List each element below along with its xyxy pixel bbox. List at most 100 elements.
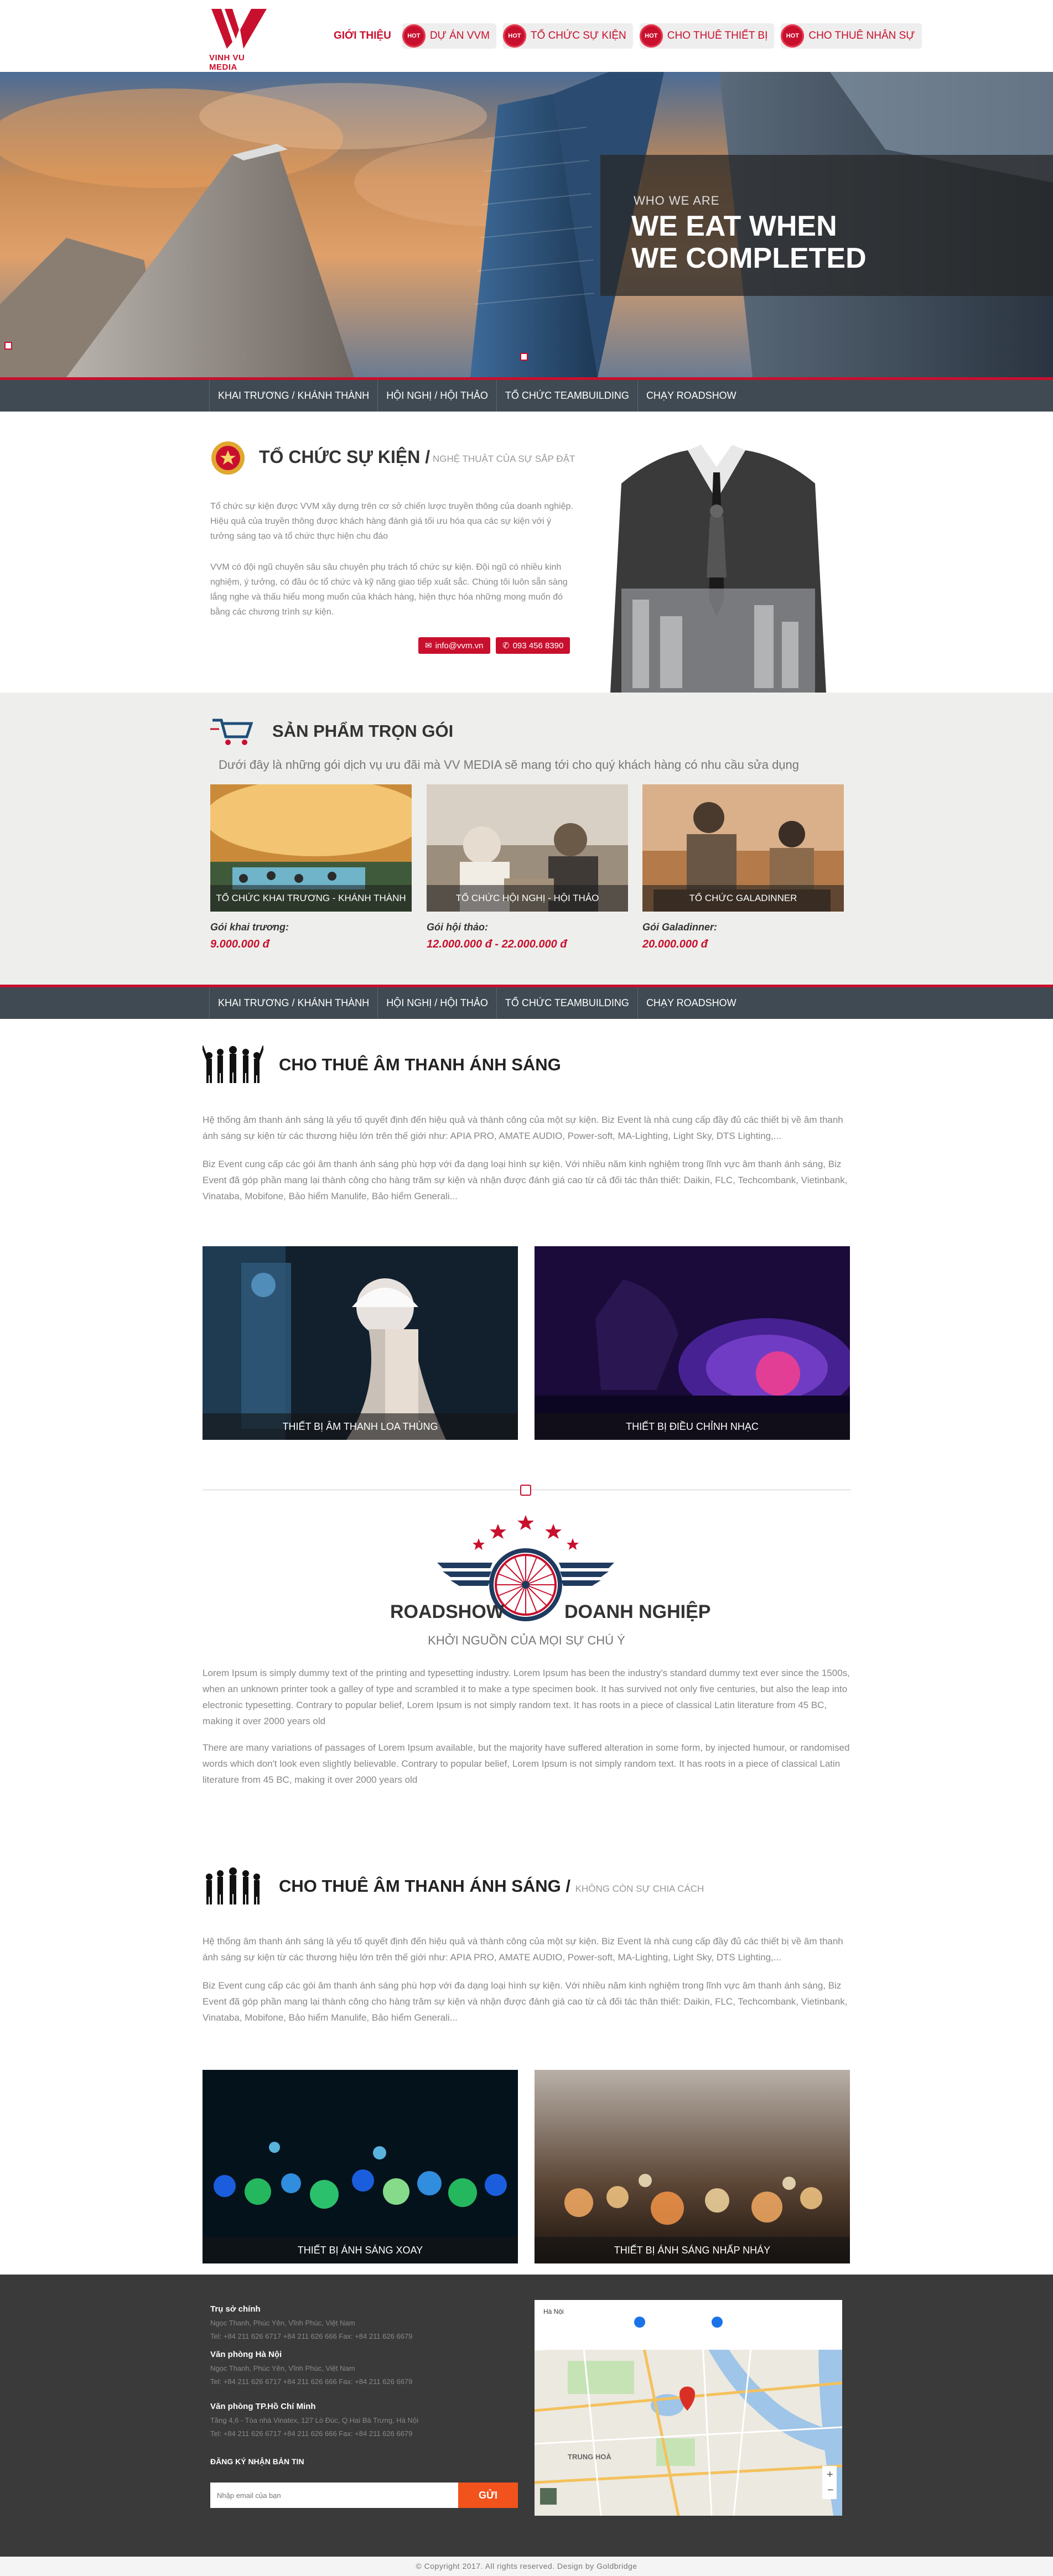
office-heading: Văn phòng Hà Nội [210,2350,282,2359]
hero-kicker: WHO WE ARE [634,194,720,207]
blinking-lights-photo [535,2070,850,2263]
office-heading: Văn phòng TP.Hồ Chí Minh [210,2402,316,2411]
site-footer: Trụ sở chính Ngọc Thanh, Phúc Yên, Vĩnh … [0,2275,1053,2557]
paragraph: VVM có đội ngũ chuyên sâu sâu chuyên phụ… [210,563,568,617]
slider-dot[interactable] [4,342,12,350]
main-nav: GIỚI THIỆU HOT DỰ ÁN VVM HOT TỔ CHỨC SỰ … [329,22,922,50]
section-title: TỔ CHỨC SỰ KIỆN / [259,447,430,467]
nav-item-equipment-rental[interactable]: HOT CHO THUÊ THIẾT BỊ [639,23,775,49]
service-subnav: KHAI TRƯƠNG / KHÁNH THÀNH HỘI NGHỊ / HỘI… [0,985,1053,1019]
slider-dot[interactable] [520,353,528,361]
nav-item-label: DỰ ÁN VVM [429,30,490,41]
nav-item-label: TỔ CHỨC SỰ KIỆN [530,30,626,41]
office-phone: Tel: +84 211 626 6717 +84 211 626 666 Fa… [210,2429,413,2438]
nav-item-projects[interactable]: HOT DỰ ÁN VVM [402,23,496,49]
section-subtitle: NGHỆ THUẬT CỦA SỰ SẮP ĐẶT [433,454,575,464]
section-description: Dưới đây là những gói dịch vụ ưu đãi mà … [219,758,800,772]
newsletter-email-input[interactable] [210,2483,458,2508]
hero-title: WE EAT WHEN WE COMPLETED [631,210,908,274]
section-title: CHO THUÊ ÂM THANH ÁNH SÁNG / KHÔNG CÒN S… [279,1876,704,1896]
paragraph: Hệ thống âm thanh ánh sáng là yếu tố quy… [203,1936,843,1963]
subnav-item-conference[interactable]: HỘI NGHỊ / HỘI THẢO [377,987,496,1019]
subnav-item-teambuilding[interactable]: TỔ CHỨC TEAMBUILDING [496,987,637,1019]
package-card[interactable]: TỔ CHỨC GALADINNER [642,784,844,912]
hero-title-line: WE EAT WHEN [631,210,837,242]
divider-ornament [520,1485,531,1496]
package-card[interactable]: TỔ CHỨC HỘI NGHỊ - HỘI THẢO [427,784,628,912]
office-address: Tầng 4,6 - Tòa nhà Vinatex, 127 Lò Đúc, … [210,2416,419,2424]
logo[interactable]: VINH VU MEDIA [209,6,270,72]
paragraph: Biz Event cung cấp các gói âm thanh ánh … [203,1159,848,1201]
svg-text:+: + [827,2469,833,2481]
roadshow-title-right: DOANH NGHIỆP [564,1601,711,1622]
office-address: Ngọc Thanh, Phúc Yên, Vĩnh Phúc, Việt Na… [210,2364,355,2372]
paragraph: Tổ chức sự kiện được VVM xây dựng trên c… [210,502,573,541]
section-title: CHO THUÊ ÂM THANH ÁNH SÁNG [279,1055,561,1074]
photo-caption: THIẾT BỊ ÁNH SÁNG NHẤP NHÁY [535,2237,850,2263]
nav-item-label: CHO THUÊ THIẾT BỊ [667,30,768,41]
office-heading: Trụ sở chính [210,2304,261,2314]
service-subnav: KHAI TRƯƠNG / KHÁNH THÀNH HỘI NGHỊ / HỘI… [0,377,1053,412]
office-map[interactable]: + − Hà Nội TRUNG HOÀ [535,2300,842,2516]
cart-icon [210,719,253,745]
dj-photo [203,1246,518,1440]
subnav-item-roadshow[interactable]: CHẠY ROADSHOW [637,380,745,412]
service-photo[interactable]: THIẾT BỊ ÁNH SÁNG XOAY [203,2070,518,2263]
paragraph: Lorem Ipsum is simply dummy text of the … [203,1668,850,1726]
bokeh-lights-photo [203,2070,518,2263]
photo-caption: THIẾT BỊ ĐIỀU CHỈNH NHẠC [535,1413,850,1440]
photo-caption: THIẾT BỊ ÂM THANH LOA THÙNG [203,1413,518,1440]
medal-icon [211,441,245,475]
packages-section: SẢN PHẨM TRỌN GÓI Dưới đây là những gói … [0,693,1053,985]
roadshow-title-left: ROADSHOW [390,1601,504,1622]
hot-badge: HOT [639,24,663,48]
package-price: 20.000.000 đ [642,938,708,950]
section-subtitle: KHÔNG CÒN SỰ CHIA CÁCH [575,1883,704,1894]
phone-button[interactable]: ✆ 093 456 8390 [496,637,570,654]
subnav-item-conference[interactable]: HỘI NGHỊ / HỘI THẢO [377,380,496,412]
map-city-label: Hà Nội [543,2308,564,2315]
section-title-text: CHO THUÊ ÂM THANH ÁNH SÁNG / [279,1876,570,1896]
event-organization-section: TỔ CHỨC SỰ KIỆN / NGHỆ THUẬT CỦA SỰ SẮP … [0,412,1053,693]
svg-text:−: − [827,2484,834,2496]
crowd-icon [206,1867,260,1904]
package-caption: TỔ CHỨC GALADINNER [642,885,844,912]
hot-badge: HOT [502,24,526,48]
logo-text: VINH VU MEDIA [209,53,245,72]
service-photo[interactable]: THIẾT BỊ ÁNH SÁNG NHẤP NHÁY [535,2070,850,2263]
subnav-item-teambuilding[interactable]: TỔ CHỨC TEAMBUILDING [496,380,637,412]
dj-mixer-photo [535,1246,850,1440]
office-phone: Tel: +84 211 626 6717 +84 211 626 666 Fa… [210,2377,413,2386]
phone-icon: ✆ [502,641,510,650]
service-photo[interactable]: THIẾT BỊ ĐIỀU CHỈNH NHẠC [535,1246,850,1440]
subnav-item-opening[interactable]: KHAI TRƯƠNG / KHÁNH THÀNH [209,380,377,412]
office-address: Ngọc Thanh, Phúc Yên, Vĩnh Phúc, Việt Na… [210,2319,355,2327]
hero-title-line: WE COMPLETED [631,242,867,274]
hot-badge: HOT [402,24,426,48]
office-phone: Tel: +84 211 626 6717 +84 211 626 666 Fa… [210,2332,413,2340]
phone-label: 093 456 8390 [512,641,564,650]
site-header: VINH VU MEDIA GIỚI THIỆU HOT DỰ ÁN VVM H… [0,0,1053,72]
map-image: + − [535,2300,842,2516]
hot-badge: HOT [781,24,805,48]
newsletter-submit-button[interactable]: GỬI [458,2483,518,2508]
package-price: 9.000.000 đ [210,938,269,950]
subnav-item-opening[interactable]: KHAI TRƯƠNG / KHÁNH THÀNH [209,987,377,1019]
crowd-icon [203,1045,263,1083]
nav-item-events[interactable]: HOT TỔ CHỨC SỰ KIỆN [502,23,633,49]
nav-item-about[interactable]: GIỚI THIỆU [329,23,396,49]
email-button[interactable]: ✉ info@vvm.vn [418,637,490,654]
package-caption: TỔ CHỨC HỘI NGHỊ - HỘI THẢO [427,885,628,912]
newsletter-heading: ĐĂNG KÝ NHẬN BẢN TIN [210,2457,304,2466]
suit-image [588,434,844,693]
package-card[interactable]: TỔ CHỨC KHAI TRƯƠNG - KHÁNH THÀNH [210,784,412,912]
nav-item-staff-rental[interactable]: HOT CHO THUÊ NHÂN SỰ [781,23,922,49]
section-title: SẢN PHẨM TRỌN GÓI [272,721,454,741]
package-label: Gói hội thảo: [427,922,488,933]
hero-slider[interactable]: WHO WE ARE WE EAT WHEN WE COMPLETED [0,72,1053,377]
logo-mark-icon [211,9,267,49]
subnav-item-roadshow[interactable]: CHẠY ROADSHOW [637,987,745,1019]
package-price: 12.000.000 đ - 22.000.000 đ [427,938,567,950]
roadshow-subtitle: KHỞI NGUỒN CỦA MỌI SỰ CHÚ Ý [428,1633,625,1647]
service-photo[interactable]: THIẾT BỊ ÂM THANH LOA THÙNG [203,1246,518,1440]
